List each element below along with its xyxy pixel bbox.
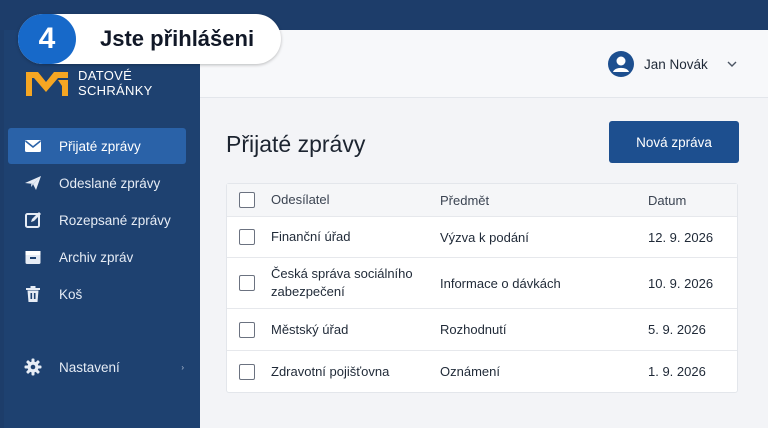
row-checkbox[interactable] [239,363,255,380]
table-row[interactable]: Finanční úřad Výzva k podání 12. 9. 2026 [227,217,737,258]
select-all-checkbox[interactable] [239,192,255,208]
step-number: 4 [18,14,76,64]
step-badge: 4 Jste přihlášeni [18,14,281,64]
chevron-down-icon [727,61,737,67]
header-date: Datum [648,192,687,208]
cell-date: 5. 9. 2026 [648,322,706,337]
settings-label: Nastavení [59,359,120,375]
logo-line-2: SCHRÁNKY [78,83,153,98]
envelope-icon [25,140,41,152]
cell-sender: Česká správa sociálního zabezpečení [271,266,413,299]
user-avatar-icon [608,51,634,77]
user-name: Jan Novák [644,56,708,72]
paper-plane-icon [25,176,41,190]
sidebar-item-label: Koš [59,286,83,302]
chevron-right-icon: › [181,362,184,372]
sidebar-item-nastaveni[interactable]: Nastavení › [24,352,184,382]
row-checkbox[interactable] [239,275,255,291]
cell-subject: Informace o dávkách [440,275,561,291]
sidebar-item-archiv[interactable]: Archiv zpráv [8,239,186,275]
step-text: Jste přihlášeni [100,26,255,51]
archive-icon [25,251,41,264]
sidebar-item-label: Rozepsané zprávy [59,212,171,228]
sidebar-item-label: Archiv zpráv [59,249,134,265]
cell-date: 1. 9. 2026 [648,364,706,379]
user-menu[interactable]: Jan Novák [608,51,738,77]
main-content: Jan Novák Přijaté zprávy Nová zpráva Ode… [200,30,768,428]
sidebar-item-kos[interactable]: Koš [8,276,186,312]
cell-subject: Rozhodnutí [440,322,507,337]
header-sender: Odesílatel [271,192,330,207]
cell-date: 10. 9. 2026 [648,275,714,291]
logo-text: DATOVÉ SCHRÁNKY [78,68,153,98]
table-row[interactable]: Zdravotní pojišťovna Oznámení 1. 9. 2026 [227,351,737,392]
messages-table: Odesílatel Předmět Datum Finanční úřad V… [226,183,738,393]
table-row[interactable]: Městský úřad Rozhodnutí 5. 9. 2026 [227,309,737,351]
top-bar: Jan Novák [200,30,768,98]
page-title: Přijaté zprávy [226,131,366,157]
sidebar-nav: Přijaté zprávy Odeslané zprávy Rozepsané… [8,128,186,313]
logo: DATOVÉ SCHRÁNKY [24,68,153,98]
sidebar-item-odeslane[interactable]: Odeslané zprávy [8,165,186,201]
cell-sender: Finanční úřad [271,229,351,244]
row-checkbox[interactable] [239,321,255,338]
sidebar-item-rozepsane[interactable]: Rozepsané zprávy [8,202,186,238]
sidebar-item-prijate[interactable]: Přijaté zprávy [8,128,186,164]
table-row[interactable]: Česká správa sociálního zabezpečení Info… [227,258,737,309]
row-checkbox[interactable] [239,229,255,245]
trash-icon [26,286,40,302]
cell-sender: Zdravotní pojišťovna [271,363,390,379]
cell-sender: Městský úřad [271,321,349,337]
new-message-button[interactable]: Nová zpráva [609,121,739,163]
cell-date: 12. 9. 2026 [648,229,714,245]
sidebar-item-label: Odeslané zprávy [59,175,161,191]
cell-subject: Oznámení [440,364,500,379]
app-frame: DATOVÉ SCHRÁNKY Přijaté zprávy Odeslané … [0,0,768,428]
edit-icon [25,212,41,228]
header-subject: Předmět [440,192,490,208]
gear-icon [24,358,42,376]
datove-schranky-logo-icon [26,72,68,96]
logo-line-1: DATOVÉ [78,68,133,83]
table-header: Odesílatel Předmět Datum [227,184,737,217]
sidebar-item-label: Přijaté zprávy [59,138,141,154]
cell-subject: Výzva k podání [440,229,529,245]
